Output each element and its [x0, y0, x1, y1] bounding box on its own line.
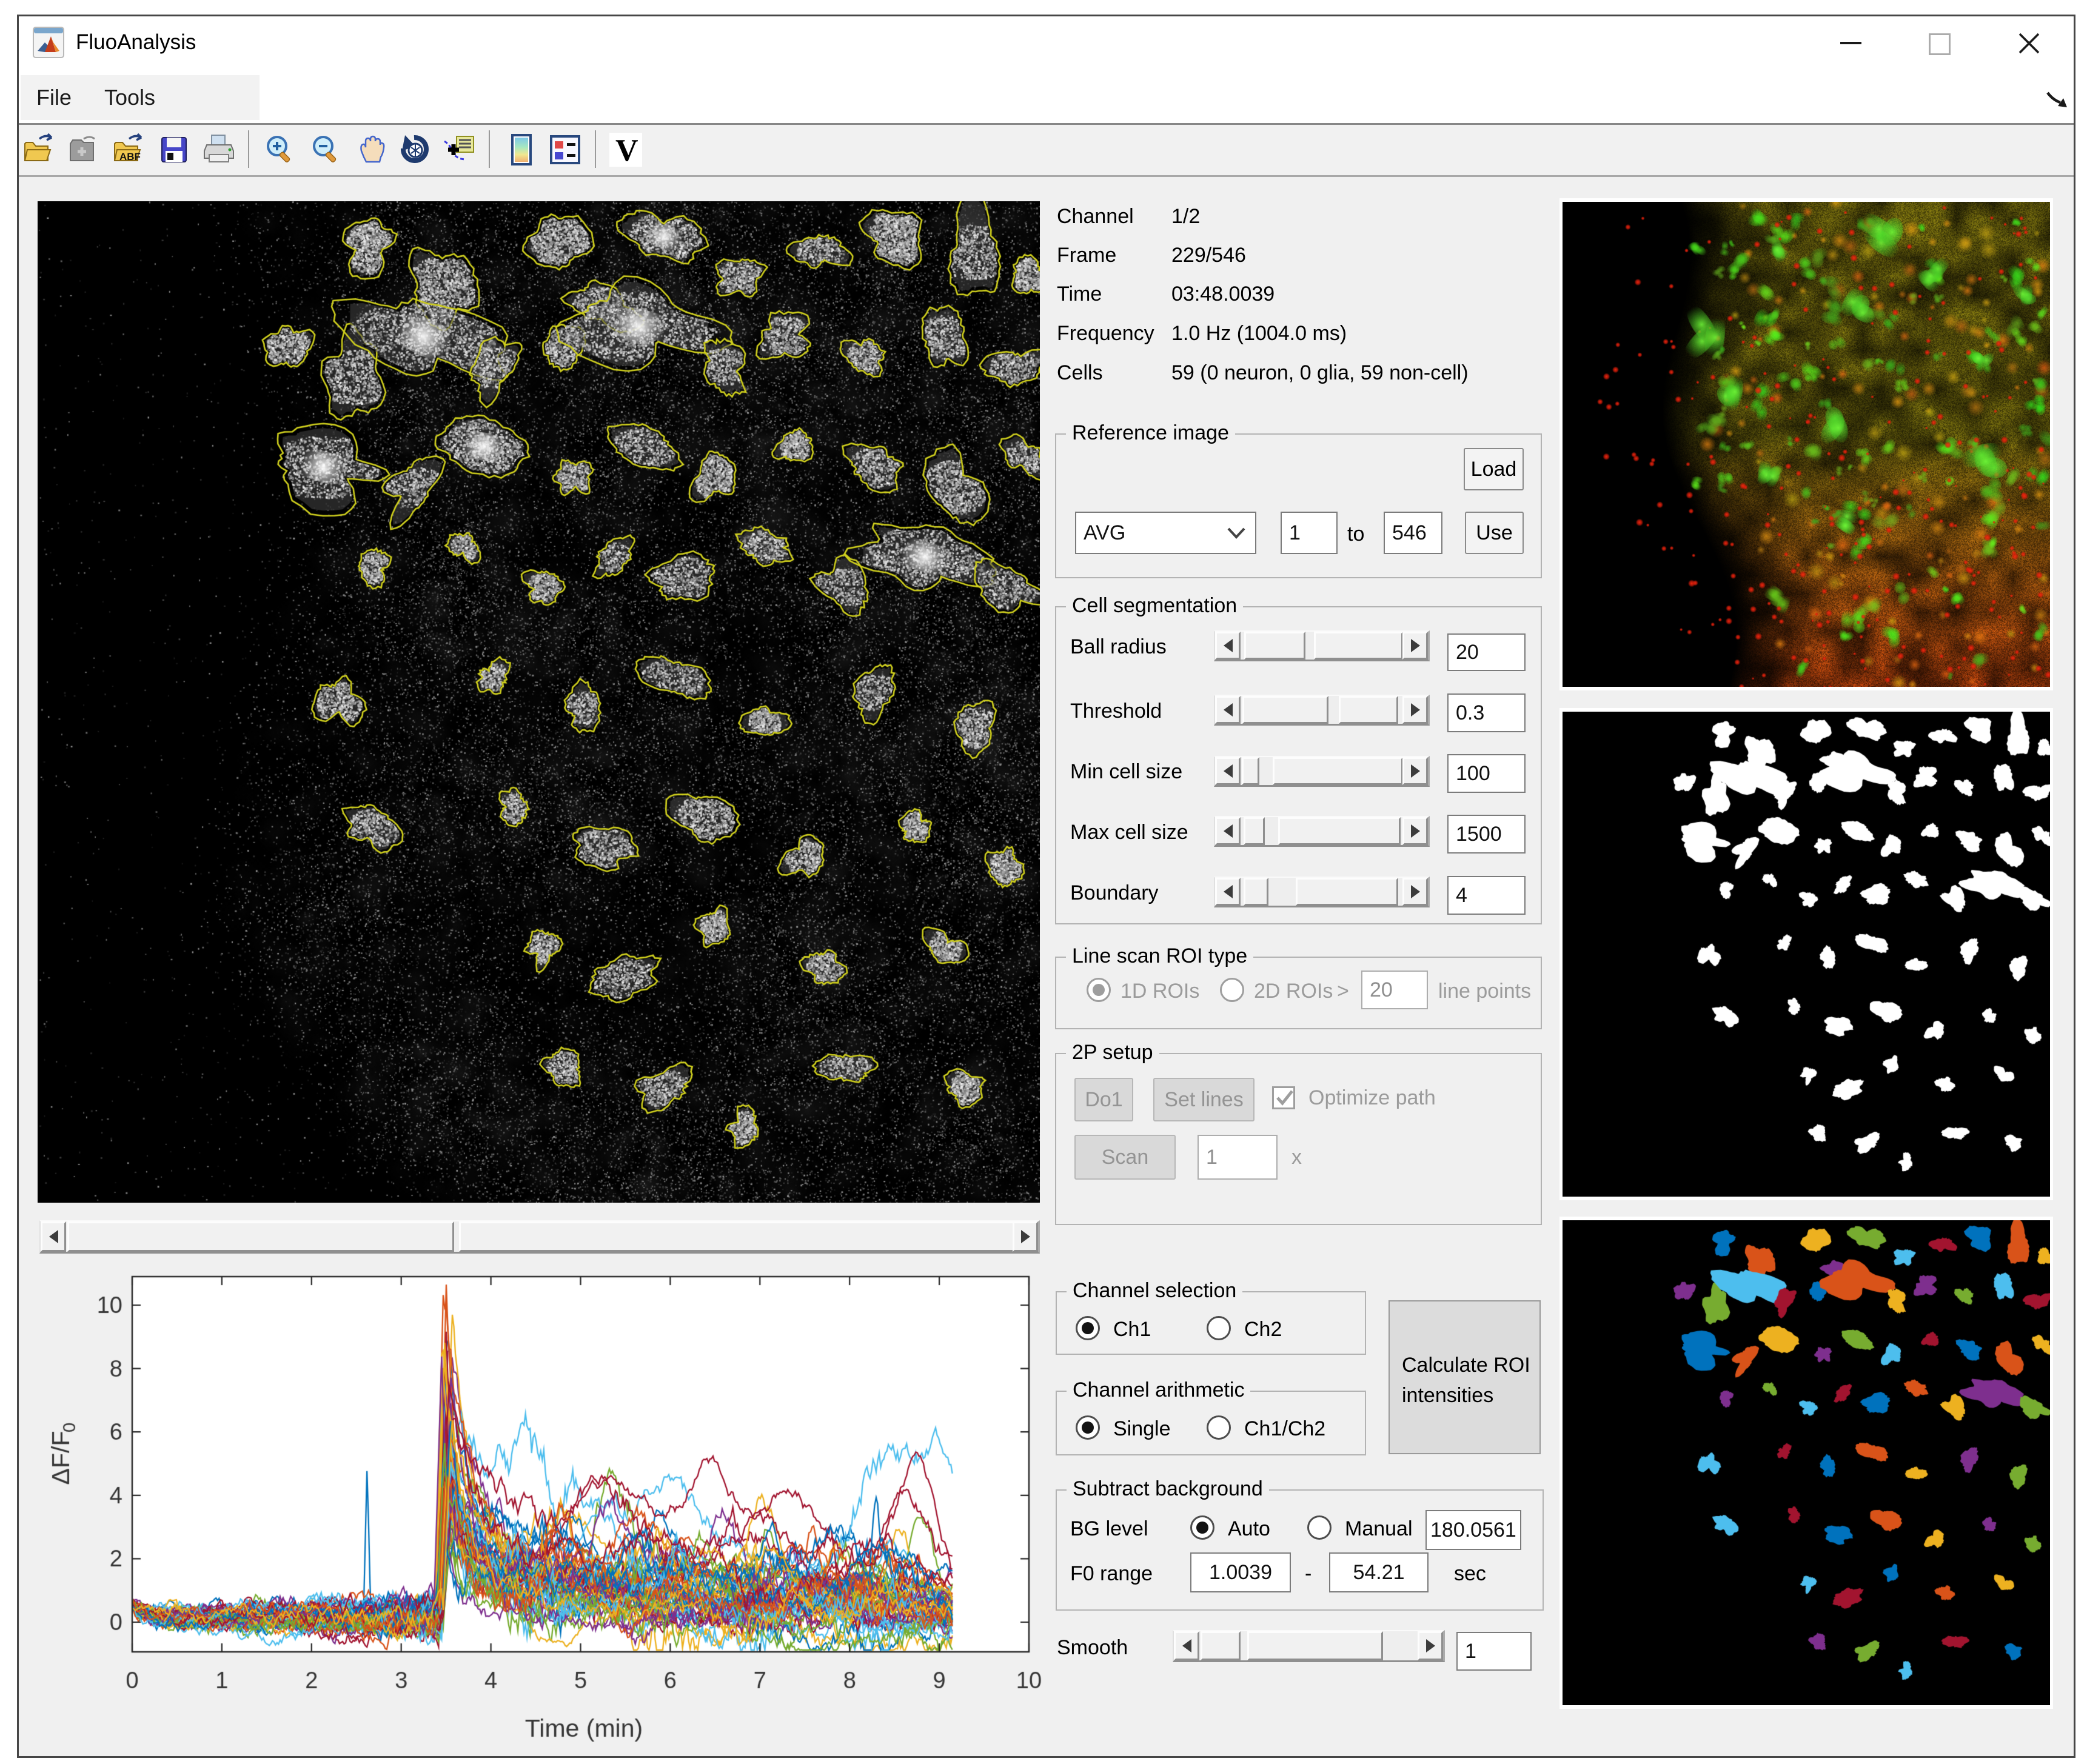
svg-text:ABF: ABF [119, 151, 141, 162]
svg-text:V: V [615, 133, 638, 167]
